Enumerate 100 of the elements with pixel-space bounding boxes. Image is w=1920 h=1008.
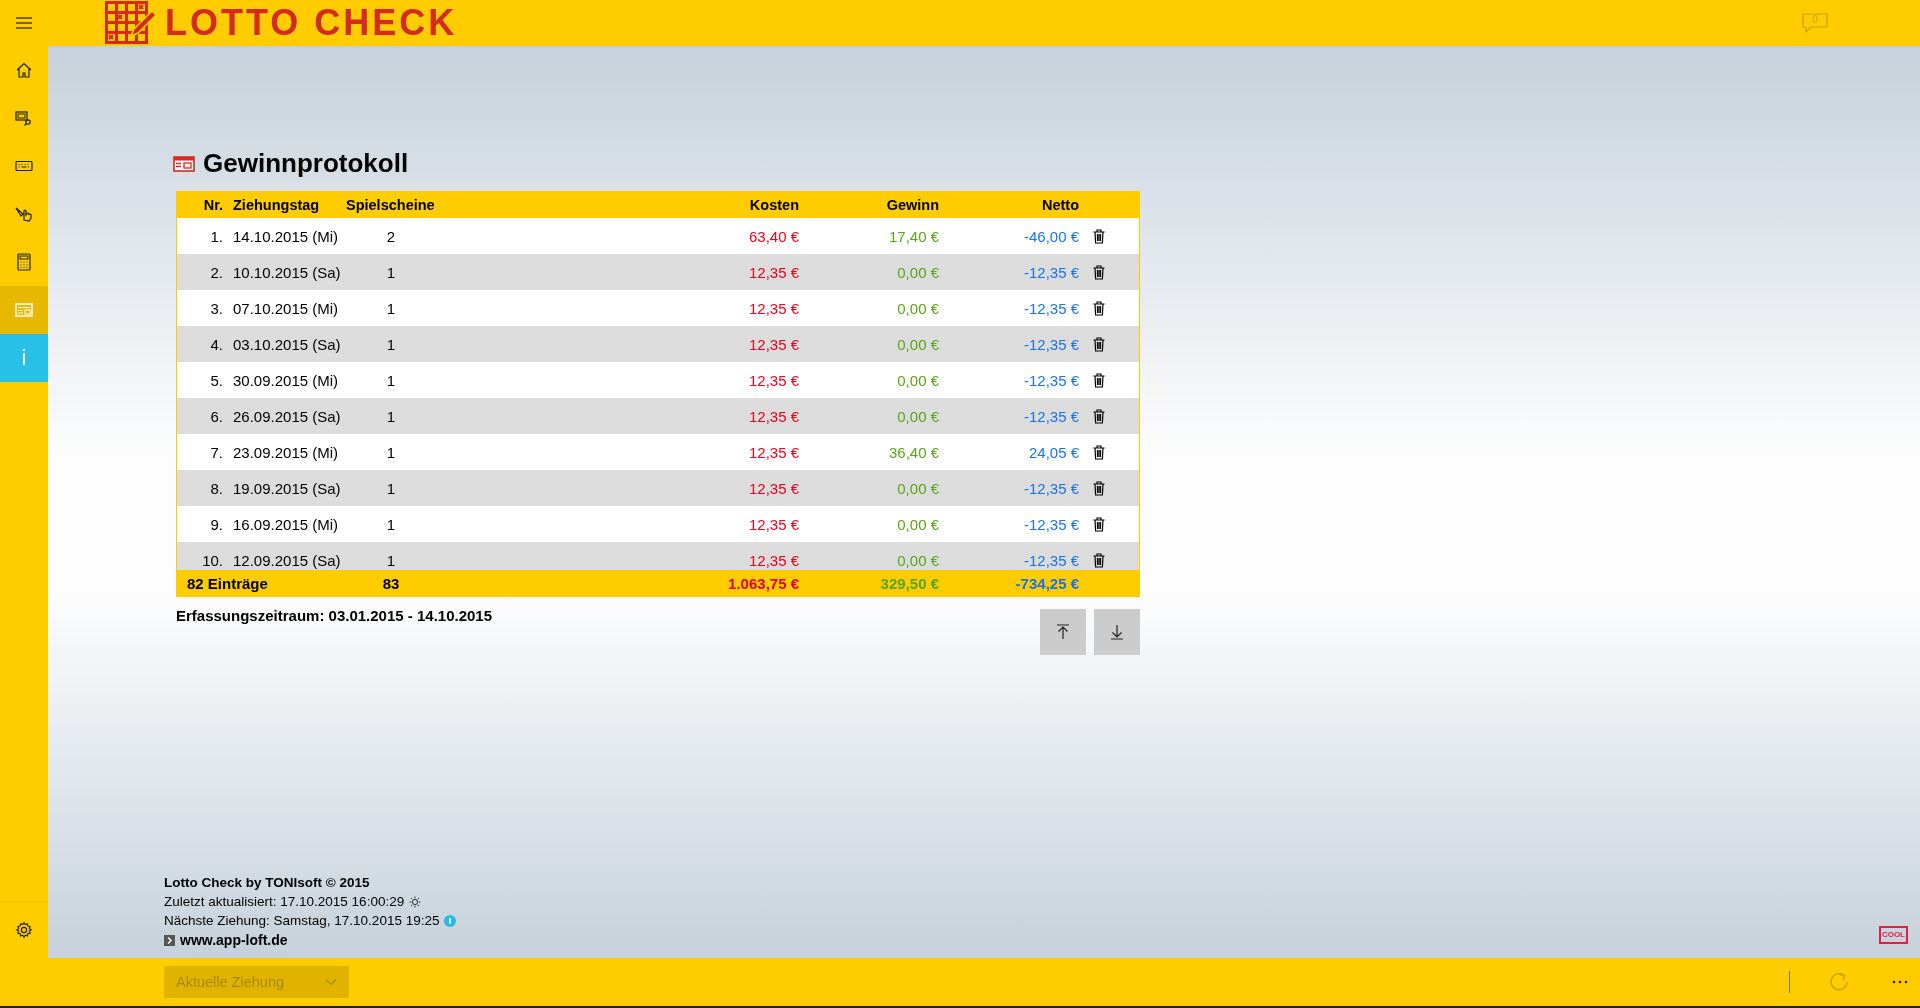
table-cell-text: 12,35 € — [747, 263, 799, 281]
total-net: -734,25 € — [1014, 574, 1079, 592]
delete-icon[interactable] — [1093, 264, 1105, 280]
table-cell-text: 07.10.2015 (Mi) — [233, 299, 340, 317]
delete-icon[interactable] — [1093, 480, 1105, 496]
table-cell-text: -46,00 € — [1022, 227, 1079, 245]
last-updated-text: Zuletzt aktualisiert: 17.10.2015 16:00:29 — [164, 894, 405, 909]
table-cell-text: 9. — [209, 515, 224, 533]
delete-icon[interactable] — [1093, 372, 1105, 388]
table-row[interactable]: 4. 03.10.2015 (Sa) 1 12,35 € 0,00 € -12,35 € — [177, 326, 1139, 362]
recording-period: Erfassungszeitraum: 03.01.2015 - 14.10.2015 — [176, 607, 493, 626]
table-cell-text: 1 — [385, 407, 397, 425]
home-icon — [16, 62, 32, 78]
delete-icon[interactable] — [1093, 408, 1105, 424]
table-cell-text: 1 — [385, 479, 397, 497]
table-cell-text: 4. — [209, 335, 224, 353]
table-cell-text: -12,35 € — [1022, 479, 1079, 497]
settings-icon[interactable] — [15, 921, 33, 939]
column-header: Nr. — [202, 197, 224, 213]
table-cell-text: 36,40 € — [887, 443, 939, 461]
table-cell-text: 10. — [201, 551, 224, 569]
table-cell-text: 0,00 € — [896, 407, 939, 425]
table-cell-text: 1 — [385, 515, 397, 533]
newspaper-icon — [15, 303, 33, 317]
column-header: Kosten — [748, 197, 799, 213]
table-cell-text: 0,00 € — [896, 515, 939, 533]
table-cell-text: 7. — [209, 443, 224, 461]
table-cell-text: 0,00 € — [896, 479, 939, 497]
table-cell-text: 0,00 € — [896, 263, 939, 281]
table-cell-text: 5. — [209, 371, 224, 389]
table-cell-text: 6. — [209, 407, 224, 425]
delete-icon[interactable] — [1093, 336, 1105, 352]
delete-icon[interactable] — [1093, 516, 1105, 532]
monitor-search-icon — [15, 110, 33, 126]
table-cell-text: 0,00 € — [896, 371, 939, 389]
table-row[interactable]: 7. 23.09.2015 (Mi) 1 12,35 € 36,40 € 24,05 € — [177, 434, 1139, 470]
table-cell-text: 26.09.2015 (Sa) — [233, 407, 342, 425]
table-cell-text: 8. — [209, 479, 224, 497]
column-header: Spielscheine — [346, 197, 436, 213]
table-row[interactable]: 3. 07.10.2015 (Mi) 1 12,35 € 0,00 € -12,35 € — [177, 290, 1139, 326]
table-cell-text: 23.09.2015 (Mi) — [233, 443, 340, 461]
table-cell-text: -12,35 € — [1022, 371, 1079, 389]
table-row[interactable]: 8. 19.09.2015 (Sa) 1 12,35 € 0,00 € -12,35 € — [177, 470, 1139, 506]
calculator-icon — [17, 253, 31, 271]
table-cell-text: 0,00 € — [896, 335, 939, 353]
table-cell-text: -12,35 € — [1022, 551, 1079, 569]
arrow-up-to-line-icon — [1056, 624, 1070, 640]
table-cell-text: 12.09.2015 (Sa) — [233, 551, 342, 569]
table-cell-text: 1. — [209, 227, 224, 245]
table-cell-text: -12,35 € — [1022, 515, 1079, 533]
scroll-bottom-button[interactable] — [1094, 609, 1140, 655]
table-cell-text: 12,35 € — [747, 335, 799, 353]
table-cell-text: 2. — [209, 263, 224, 281]
table-row[interactable]: 10. 12.09.2015 (Sa) 1 12,35 € 0,00 € -12,35 € — [177, 542, 1139, 570]
delete-icon[interactable] — [1093, 444, 1105, 460]
app-logo-text: LOTTO CHECK — [165, 5, 458, 41]
keyboard-icon — [15, 160, 33, 172]
table-cell-text: 03.10.2015 (Sa) — [233, 335, 342, 353]
more-icon[interactable] — [1892, 980, 1908, 984]
table-cell-text: 1 — [385, 299, 397, 317]
table-cell-text: 1 — [385, 443, 397, 461]
caret-icon — [325, 978, 337, 986]
credit-text: Lotto Check by TONIsoft © 2015 — [164, 875, 371, 890]
delete-icon[interactable] — [1093, 228, 1105, 244]
table-cell-text: -12,35 € — [1022, 299, 1079, 317]
table-cell-text: 30.09.2015 (Mi) — [233, 371, 340, 389]
menu-icon[interactable] — [16, 17, 32, 29]
table-cell-text: 12,35 € — [747, 299, 799, 317]
sun-icon — [409, 895, 422, 908]
table-cell-text: 12,35 € — [747, 515, 799, 533]
table-cell-text: 2 — [385, 227, 397, 245]
table-row[interactable]: 6. 26.09.2015 (Sa) 1 12,35 € 0,00 € -12,35 € — [177, 398, 1139, 434]
total-cost: 1.063,75 € — [727, 574, 799, 592]
delete-icon[interactable] — [1093, 300, 1105, 316]
table-cell-text: -12,35 € — [1022, 335, 1079, 353]
table-row[interactable]: 9. 16.09.2015 (Mi) 1 12,35 € 0,00 € -12,35 € — [177, 506, 1139, 542]
total-win: 329,50 € — [879, 574, 939, 592]
table-cell-text: -12,35 € — [1022, 407, 1079, 425]
table-row[interactable]: 5. 30.09.2015 (Mi) 1 12,35 € 0,00 € -12,35 € — [177, 362, 1139, 398]
table-cell-text: 24,05 € — [1027, 443, 1079, 461]
table-cell-text: 17,40 € — [887, 227, 939, 245]
table-cell-text: -12,35 € — [1022, 263, 1079, 281]
table-cell-text: 3. — [209, 299, 224, 317]
table-cell-text: 12,35 € — [747, 443, 799, 461]
table-row[interactable]: 1. 14.10.2015 (Mi) 2 63,40 € 17,40 € -46,00 € — [177, 218, 1139, 254]
table-cell-text: 1 — [385, 335, 397, 353]
scroll-top-button[interactable] — [1040, 609, 1086, 655]
table-cell-text: 16.09.2015 (Mi) — [233, 515, 340, 533]
column-header: Gewinn — [885, 197, 939, 213]
delete-icon[interactable] — [1093, 552, 1105, 568]
table-cell-text: 10.10.2015 (Sa) — [233, 263, 342, 281]
website-link[interactable]: www.app-loft.de — [180, 932, 288, 948]
table-cell-text: 12,35 € — [747, 479, 799, 497]
next-draw-text: Nächste Ziehung: Samstag, 17.10.2015 19:25 — [164, 913, 440, 928]
table-row[interactable]: 2. 10.10.2015 (Sa) 1 12,35 € 0,00 € -12,35 € — [177, 254, 1139, 290]
column-header: Ziehungstag — [233, 197, 321, 213]
total-tickets: 83 — [381, 574, 401, 592]
entries-count: 82 Einträge — [186, 574, 269, 592]
chevron-right-icon — [164, 934, 175, 946]
table-cell-text: 19.09.2015 (Sa) — [233, 479, 342, 497]
